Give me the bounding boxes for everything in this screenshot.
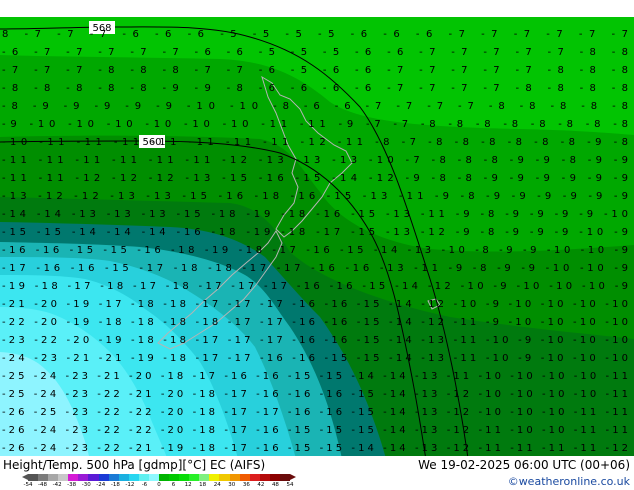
legend-tick-label: 0 (157, 482, 161, 488)
color-legend: -54 -48 -42 -38 -30 -24 -18 -12 -6 0 6 12 18 24 30 36 42… (22, 474, 296, 488)
legend-swatch (108, 474, 119, 481)
legend-swatch (78, 474, 89, 481)
legend-swatch (239, 474, 250, 481)
legend-swatch (68, 474, 79, 481)
legend-swatch (219, 474, 230, 481)
temperature-row: -8 -9 -9 -9 -9 -9 -10 -10 -8 -6 -6 -7 -7… (2, 101, 628, 112)
legend-tick-label: -48 (38, 482, 48, 488)
legend-swatch (259, 474, 270, 481)
legend-tick-label: 54 (286, 482, 294, 488)
legend-swatch (229, 474, 240, 481)
legend-swatch (189, 474, 200, 481)
legend-ticks: -54 -48 -42 -38 -30 -24 -18 -12 -6 0 6 12 18 24 30 36 42… (24, 482, 294, 488)
legend-tick-label: 42 (257, 482, 265, 488)
legend-swatch (249, 474, 260, 481)
legend-tick-label: -54 (23, 482, 33, 488)
legend-tick-label: -42 (52, 482, 62, 488)
legend-swatch (88, 474, 99, 481)
legend-arrow-right (290, 474, 296, 480)
legend-swatch (159, 474, 170, 481)
legend-tick-label: 30 (228, 482, 236, 488)
legend-swatch (128, 474, 139, 481)
legend-swatch (179, 474, 190, 481)
legend-swatch (169, 474, 180, 481)
legend-tick-label: -18 (110, 482, 120, 488)
legend-swatch (98, 474, 109, 481)
legend-tick-label: 36 (242, 482, 250, 488)
footer: Height/Temp. 500 hPa [gdmp][°C] EC (AIFS… (0, 456, 634, 490)
valid-time: We 19-02-2025 06:00 UTC (00+06) (418, 458, 630, 472)
legend-swatch (48, 474, 59, 481)
legend-swatch (58, 474, 69, 481)
legend-tick-label: 18 (199, 482, 207, 488)
legend-tick-label: 48 (271, 482, 279, 488)
temperature-row: -16 -16 -15 -15 -16 -18 -19 -18 -17 -16 … (2, 245, 628, 256)
legend-tick-label: -6 (141, 482, 148, 488)
legend-swatch (138, 474, 149, 481)
legend-swatch (148, 474, 160, 481)
credit-link[interactable]: ©weatheronline.co.uk (508, 475, 630, 488)
chart-title: Height/Temp. 500 hPa [gdmp][°C] EC (AIFS… (3, 458, 266, 472)
legend-tick-label: 6 (171, 482, 176, 488)
legend-arrow-left (22, 474, 28, 480)
legend-swatch (209, 474, 220, 481)
weather-map: 568 560 8 -7 -7 -7 -6 -6 -6 -5 -5 -5 -5 … (0, 17, 634, 474)
legend-color-bar (28, 474, 291, 481)
legend-tick-label: -30 (81, 482, 91, 488)
temperature-row: -19 -18 -17 -18 -17 -18 -17 -17 -17 -16 … (2, 281, 628, 292)
legend-tick-label: -38 (67, 482, 77, 488)
legend-swatch (28, 474, 39, 481)
legend-swatch (38, 474, 49, 481)
legend-swatch (199, 474, 210, 481)
legend-swatch (269, 474, 280, 481)
legend-swatch (279, 474, 291, 481)
legend-tick-label: -24 (96, 482, 106, 488)
legend-tick-label: -12 (125, 482, 135, 488)
legend-tick-label: 24 (213, 482, 221, 488)
legend-tick-label: 12 (184, 482, 192, 488)
legend-swatch (118, 474, 129, 481)
